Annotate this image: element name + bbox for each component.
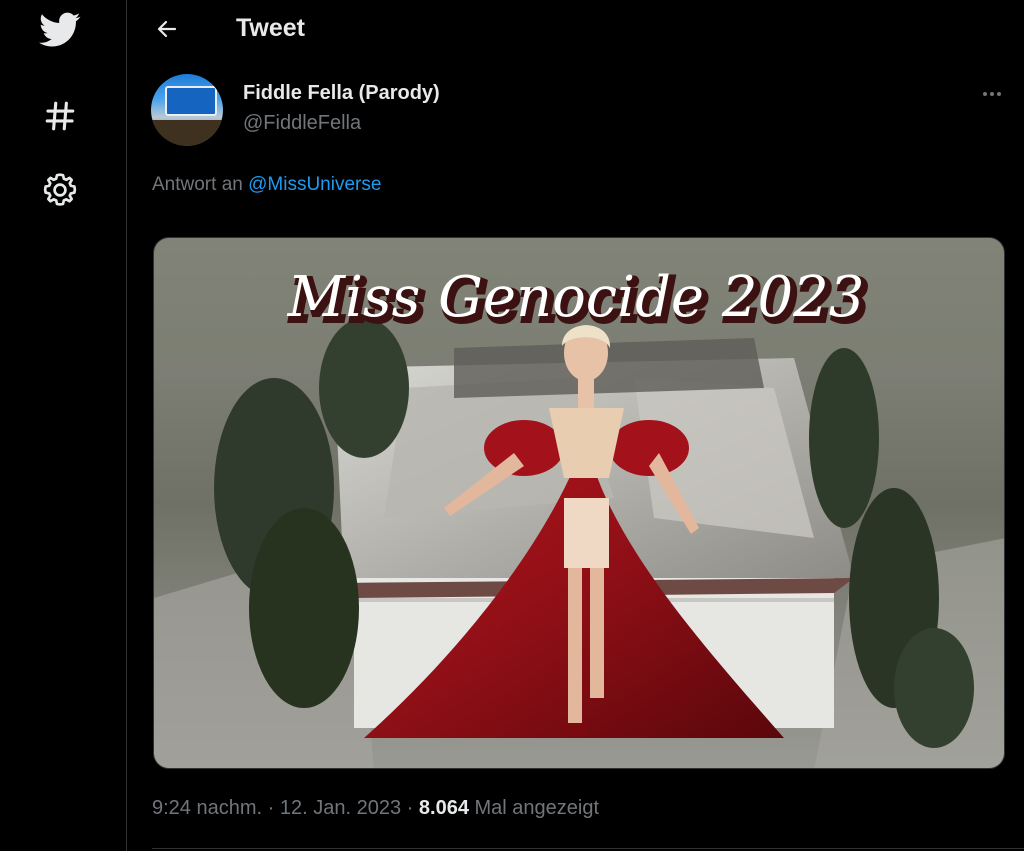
tweet-media-image[interactable]: Miss Genocide 2023 Miss Genocide 2023 xyxy=(153,237,1005,769)
main-column: Tweet Fiddle Fella (Parody) @FiddleFella… xyxy=(128,0,1024,851)
avatar-sign-graphic xyxy=(165,86,217,116)
back-button[interactable] xyxy=(148,10,186,48)
header: Tweet xyxy=(128,0,1024,58)
more-dot xyxy=(990,92,994,96)
avatar[interactable] xyxy=(151,74,223,146)
views-count: 8.064 xyxy=(418,797,469,819)
author-display-name[interactable]: Fiddle Fella (Parody) xyxy=(243,82,440,105)
gear-icon[interactable] xyxy=(36,166,84,214)
meta-separator: · xyxy=(267,797,275,819)
media-illustration: Miss Genocide 2023 Miss Genocide 2023 xyxy=(154,238,1004,768)
arrow-left-icon xyxy=(157,20,177,38)
hashtag-icon[interactable] xyxy=(36,92,84,140)
tweet-meta: 9:24 nachm. · 12. Jan. 2023 · 8.064 Mal … xyxy=(152,797,599,820)
tweet-time[interactable]: 9:24 nachm. xyxy=(152,797,262,819)
reply-context: Antwort an @MissUniverse xyxy=(152,174,381,196)
more-dot xyxy=(997,92,1001,96)
sidebar xyxy=(0,0,127,851)
author-handle[interactable]: @FiddleFella xyxy=(243,112,361,135)
more-horizontal-icon xyxy=(983,92,987,96)
more-options-button[interactable] xyxy=(976,84,1008,104)
views-label: Mal angezeigt xyxy=(474,797,600,819)
tweet-date[interactable]: 12. Jan. 2023 xyxy=(280,797,401,819)
reply-prefix: Antwort an xyxy=(152,174,243,195)
media-caption: Miss Genocide 2023 xyxy=(287,265,865,330)
meta-separator: · xyxy=(406,797,414,819)
avatar-desk-graphic xyxy=(151,120,223,146)
divider xyxy=(152,848,1024,849)
page-title: Tweet xyxy=(236,14,305,42)
twitter-bird-icon[interactable] xyxy=(36,6,84,54)
reply-mention-link[interactable]: @MissUniverse xyxy=(248,174,381,195)
